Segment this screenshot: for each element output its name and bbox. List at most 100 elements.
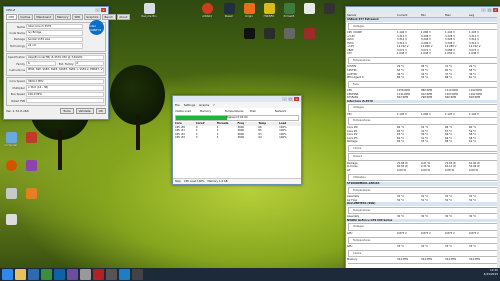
tab-bench[interactable]: Bench bbox=[101, 14, 116, 20]
sensor-section[interactable]: ASRock Z77 Extreme4 bbox=[346, 18, 500, 22]
sensor-value bbox=[449, 252, 473, 256]
validate-button[interactable]: Validate bbox=[75, 108, 94, 115]
desktop-icon[interactable]: AIDA64 bbox=[198, 3, 216, 23]
desktop-icon[interactable]: Origin bbox=[240, 3, 258, 23]
hwinfo-sensors-window[interactable]: – □ × Sensor Current Min Max Avg ASRock … bbox=[345, 6, 500, 270]
sensor-value bbox=[472, 25, 496, 29]
tab-graphics[interactable]: Graphics bbox=[83, 14, 101, 20]
sensor-row[interactable]: Memory 324 MHz 324 MHz 324 MHz 324 MHz bbox=[346, 258, 500, 262]
app-taskbar-icon[interactable] bbox=[41, 269, 52, 280]
desktop-icon[interactable] bbox=[320, 3, 338, 23]
sensor-value bbox=[449, 25, 473, 29]
sensor-section[interactable]: NVIDIA GeForce GTX 660 Series bbox=[346, 218, 500, 223]
stress-test-window[interactable]: – □ × File Settings Graphs ? Visible Loa… bbox=[172, 95, 302, 185]
sensor-group[interactable]: Temperatures bbox=[348, 56, 498, 65]
maximize-button[interactable]: □ bbox=[487, 8, 492, 12]
menu-file[interactable]: File bbox=[175, 103, 180, 107]
sensor-group[interactable]: Voltages bbox=[348, 22, 498, 31]
desktop-icon[interactable] bbox=[280, 28, 298, 48]
ok-button[interactable]: OK bbox=[95, 108, 106, 115]
desktop-icon[interactable] bbox=[300, 3, 318, 23]
table-row[interactable]: CPU #3 3 4 3600 64 100% bbox=[173, 136, 301, 140]
sensor-row[interactable]: PECI Agent 0 66 °C 32 °C 68 °C 61 °C bbox=[346, 76, 500, 80]
sensor-group[interactable]: Clocks bbox=[348, 249, 498, 258]
sensor-row[interactable]: GPU 33 °C 32 °C 33 °C 33 °C bbox=[346, 245, 500, 249]
tab-cpu[interactable]: CPU bbox=[6, 14, 17, 20]
browser-icon[interactable] bbox=[28, 269, 39, 280]
app-taskbar-icon[interactable] bbox=[80, 269, 91, 280]
wallpaper-trunk bbox=[58, 130, 62, 170]
desktop-icon[interactable] bbox=[2, 188, 20, 208]
sensor-list[interactable]: ASRock Z77 Extreme4 Voltages CPU VCORE 1.10… bbox=[346, 18, 500, 264]
menu-help[interactable]: ? bbox=[213, 103, 215, 107]
app-taskbar-icon[interactable] bbox=[67, 269, 78, 280]
maximize-button[interactable]: □ bbox=[288, 97, 293, 101]
start-icon[interactable] bbox=[2, 269, 13, 280]
menu-graphs[interactable]: Graphs bbox=[199, 103, 209, 107]
minimize-button[interactable]: – bbox=[282, 97, 287, 101]
column-header[interactable]: Avg bbox=[469, 13, 493, 17]
sensor-group[interactable]: Voltages bbox=[348, 223, 498, 231]
close-button[interactable]: × bbox=[493, 8, 498, 12]
sensor-section[interactable]: OCZ-VERTEX4 (SSD) bbox=[346, 202, 500, 206]
sensor-group[interactable]: Clocks bbox=[348, 144, 498, 153]
desktop-icon[interactable] bbox=[22, 132, 40, 152]
desktop-icon[interactable]: HWiNFO bbox=[260, 3, 278, 23]
app-taskbar-icon[interactable] bbox=[54, 269, 65, 280]
desktop-icon[interactable] bbox=[22, 188, 40, 208]
sensor-group[interactable]: Temperatures bbox=[348, 206, 498, 215]
sensor-section[interactable]: Intel Core i5-3570 bbox=[346, 99, 500, 104]
menu-settings[interactable]: Settings bbox=[184, 103, 195, 107]
app-taskbar-icon[interactable] bbox=[119, 269, 130, 280]
sensor-row[interactable]: VTT 1.048 V 1.048 V 1.056 V 1.048 V bbox=[346, 52, 500, 56]
desktop-icon[interactable]: Computer bbox=[2, 132, 20, 152]
desktop-icon[interactable] bbox=[2, 160, 20, 180]
tab-spd[interactable]: SPD bbox=[71, 14, 83, 20]
code-name-value: Ivy Bridge bbox=[26, 30, 83, 36]
sensor-group[interactable]: Utilization bbox=[348, 173, 498, 182]
sensor-row[interactable]: GPU 0.875 V 0.875 V 0.875 V 0.875 V bbox=[346, 232, 500, 236]
sensor-group[interactable]: Temperatures bbox=[348, 186, 498, 195]
sensor-group[interactable]: Utilization bbox=[348, 262, 498, 264]
sensor-value bbox=[425, 176, 449, 180]
sensor-row[interactable]: Package 66 °C 33 °C 68 °C 61 °C bbox=[346, 140, 500, 144]
desktop-icon[interactable] bbox=[260, 28, 278, 48]
tab-mainboard[interactable]: Mainboard bbox=[33, 14, 54, 20]
sensor-group[interactable]: Temperatures bbox=[348, 236, 498, 245]
technology-value: 22 nm bbox=[26, 43, 83, 49]
desktop-icon[interactable] bbox=[22, 160, 40, 180]
desktop-icon[interactable]: Steam bbox=[220, 3, 238, 23]
minimize-button[interactable]: – bbox=[481, 8, 486, 12]
tab-caches[interactable]: Caches bbox=[17, 14, 33, 20]
cpuz-window[interactable]: CPU-Z – × CPU Caches Mainboard Memory SP… bbox=[3, 6, 130, 120]
desktop-icon[interactable]: Prime95 bbox=[280, 3, 298, 23]
close-button[interactable]: × bbox=[101, 8, 106, 12]
sensor-row[interactable]: VID 1.105 V 1.060 V 1.125 V 1.104 V bbox=[346, 113, 500, 117]
sensor-group[interactable]: Fans bbox=[348, 80, 498, 89]
column-header[interactable]: Sensor bbox=[347, 13, 397, 17]
file-explorer-icon[interactable] bbox=[15, 269, 26, 280]
desktop-icon[interactable] bbox=[300, 28, 318, 48]
sensor-group[interactable]: Voltages bbox=[348, 104, 498, 112]
sensor-group[interactable]: Temperatures bbox=[348, 117, 498, 126]
tab-memory[interactable]: Memory bbox=[54, 14, 71, 20]
stop-button[interactable]: Stop bbox=[175, 179, 181, 184]
sensor-value bbox=[472, 106, 496, 110]
column-header[interactable]: Min bbox=[421, 13, 445, 17]
app-taskbar-icon[interactable] bbox=[132, 269, 143, 280]
desktop-icon[interactable] bbox=[240, 28, 258, 48]
column-header[interactable]: Current bbox=[397, 13, 421, 17]
app-taskbar-icon[interactable] bbox=[93, 269, 104, 280]
desktop-icon[interactable] bbox=[2, 214, 20, 234]
tab-about[interactable]: About bbox=[116, 14, 130, 20]
column-header[interactable]: Max bbox=[445, 13, 469, 17]
sensor-group[interactable]: Powers bbox=[348, 153, 498, 161]
desktop-icon[interactable]: Recycle Bin bbox=[140, 3, 158, 23]
close-button[interactable]: × bbox=[294, 97, 299, 101]
sensor-row[interactable]: GT 0.00 W 0.00 W 0.08 W 0.00 W bbox=[346, 169, 500, 173]
minimize-button[interactable]: – bbox=[95, 8, 100, 12]
app-taskbar-icon[interactable] bbox=[106, 269, 117, 280]
system-tray-clock[interactable]: 12:20 4/23/2015 bbox=[484, 268, 498, 276]
sensor-section[interactable]: ST2000DM001-1ER164 bbox=[346, 182, 500, 186]
tools-button[interactable]: Tools bbox=[60, 108, 74, 115]
